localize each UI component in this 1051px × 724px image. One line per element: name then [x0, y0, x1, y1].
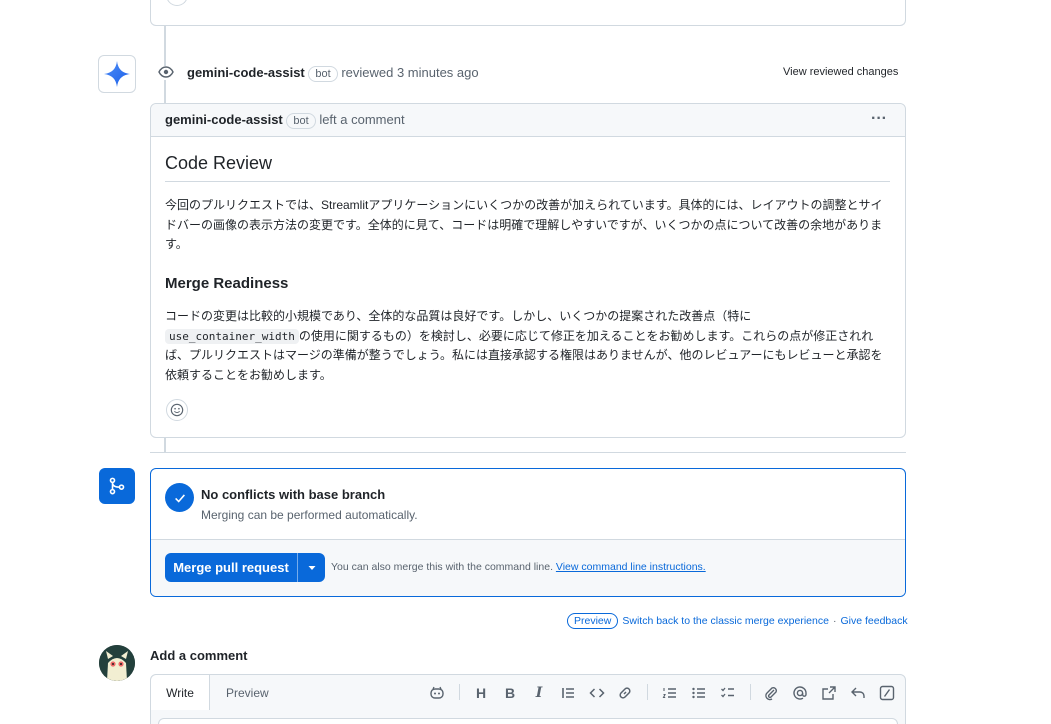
timeline-line	[164, 437, 166, 453]
view-reviewed-changes-button[interactable]: View reviewed changes	[783, 66, 898, 78]
review-action: reviewed 3 minutes ago	[341, 65, 479, 80]
footer-separator: ·	[832, 615, 837, 627]
merge-hint: You can also merge this with the command…	[331, 561, 706, 573]
avatar-image	[99, 645, 135, 681]
command-line-instructions-link[interactable]: View command line instructions.	[556, 561, 706, 573]
check-circle-icon	[165, 483, 194, 512]
task-list-icon[interactable]	[719, 684, 737, 702]
merge-pull-request-button[interactable]: Merge pull request	[165, 553, 297, 582]
merge-experience-footer: Preview Switch back to the classic merge…	[567, 613, 908, 629]
copilot-icon[interactable]	[428, 684, 446, 702]
review-author-link[interactable]: gemini-code-assist	[187, 65, 305, 80]
give-feedback-link[interactable]: Give feedback	[840, 615, 907, 627]
triangle-down-icon	[308, 565, 315, 570]
paragraph-text: コードの変更は比較的小規模であり、全体的な品質は良好です。しかし、いくつかの提案…	[165, 309, 752, 323]
review-header: gemini-code-assist bot reviewed 3 minute…	[187, 65, 479, 82]
bot-badge: bot	[286, 113, 316, 129]
link-icon[interactable]	[616, 684, 634, 702]
italic-icon[interactable]: I	[530, 684, 548, 702]
timeline-line	[164, 80, 166, 104]
comment-header-text: gemini-code-assist bot left a comment	[165, 112, 405, 129]
merge-method-dropdown[interactable]	[298, 553, 325, 582]
comment-author-link[interactable]: gemini-code-assist	[165, 112, 283, 127]
editor-body	[158, 718, 898, 724]
comment-action: left a comment	[319, 112, 405, 127]
comment-title: Code Review	[165, 153, 273, 173]
tab-write[interactable]: Write	[151, 675, 210, 710]
title-underline	[165, 181, 890, 182]
toolbar-separator	[459, 684, 460, 700]
gemini-star-icon	[104, 61, 130, 87]
quote-icon[interactable]	[559, 684, 577, 702]
smiley-icon	[170, 403, 184, 417]
timeline-line	[164, 26, 166, 66]
merge-button-group: Merge pull request	[165, 553, 325, 582]
reply-icon[interactable]	[849, 684, 867, 702]
bot-badge: bot	[308, 66, 338, 82]
toolbar-separator	[750, 684, 751, 700]
preview-badge: Preview	[567, 613, 619, 629]
user-avatar[interactable]	[99, 645, 135, 681]
bold-icon[interactable]: B	[501, 684, 519, 702]
gemini-avatar[interactable]	[98, 55, 136, 93]
comment-paragraph: コードの変更は比較的小規模であり、全体的な品質は良好です。しかし、いくつかの提案…	[165, 307, 890, 385]
add-reaction-button[interactable]	[166, 399, 188, 421]
tab-preview[interactable]: Preview	[226, 686, 269, 700]
section-title: Merge Readiness	[165, 275, 289, 292]
timeline-divider	[150, 452, 906, 453]
ordered-list-icon[interactable]	[661, 684, 679, 702]
cross-reference-icon[interactable]	[820, 684, 838, 702]
merge-status-title: No conflicts with base branch	[201, 487, 386, 502]
eye-icon	[156, 62, 176, 82]
git-merge-icon	[99, 468, 135, 504]
tab-write-label: Write	[166, 685, 194, 700]
previous-comment-card	[150, 0, 906, 26]
mention-icon[interactable]	[791, 684, 809, 702]
add-comment-title: Add a comment	[150, 648, 248, 663]
kebab-menu-icon[interactable]: ···	[868, 110, 890, 128]
switch-classic-merge-link[interactable]: Switch back to the classic merge experie…	[622, 615, 829, 627]
comment-intro: 今回のプルリクエストでは、Streamlitアプリケーションにいくつかの改善が加…	[165, 198, 883, 251]
merge-status-subtitle: Merging can be performed automatically.	[201, 508, 418, 522]
heading-icon[interactable]: H	[472, 684, 490, 702]
toolbar-separator	[647, 684, 648, 700]
attachment-icon[interactable]	[762, 684, 780, 702]
code-icon[interactable]	[588, 684, 606, 702]
slash-command-icon[interactable]	[878, 684, 896, 702]
merge-hint-text: You can also merge this with the command…	[331, 561, 553, 573]
inline-code: use_container_width	[165, 328, 299, 344]
unordered-list-icon[interactable]	[690, 684, 708, 702]
